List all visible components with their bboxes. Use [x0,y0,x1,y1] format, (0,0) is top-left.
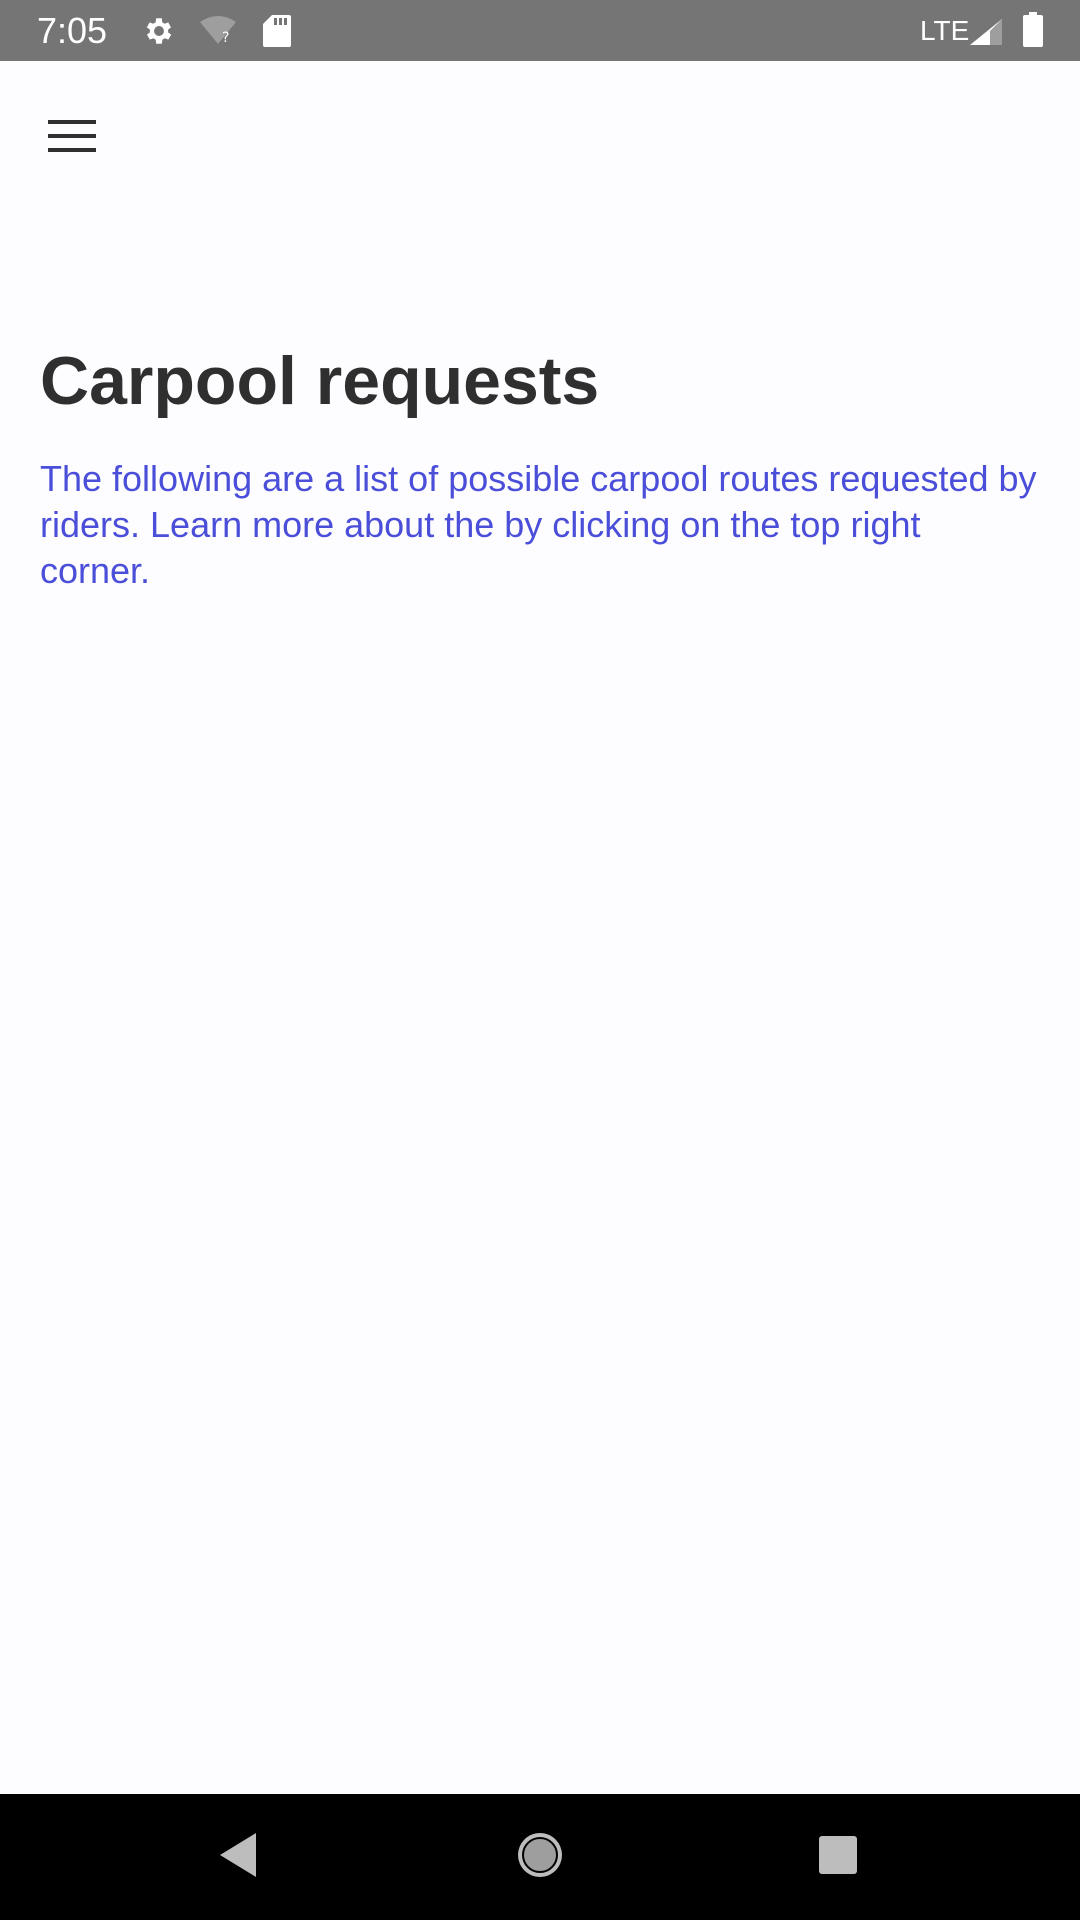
recents-icon [817,1834,859,1880]
battery-icon [1022,12,1044,48]
signal-icon [968,18,1004,50]
status-bar: 7:05 ? LTE [0,0,1080,61]
navigation-bar [0,1794,1080,1920]
page-description: The following are a list of possible car… [40,458,1037,591]
screen: 7:05 ? LTE Carpool requests The followin… [0,0,1080,1920]
back-button[interactable] [178,1794,298,1920]
wifi-icon: ? [198,14,238,46]
home-button[interactable] [480,1794,600,1920]
recents-button[interactable] [778,1794,898,1920]
sd-card-icon [262,14,292,47]
status-time: 7:05 [37,10,108,51]
page-title: Carpool requests [40,343,600,419]
network-type: LTE [920,15,970,46]
menu-button[interactable] [30,100,114,172]
gear-icon [142,14,176,46]
back-icon [216,1831,260,1883]
home-icon [515,1830,565,1884]
hamburger-menu-icon [46,116,98,156]
svg-text:?: ? [222,30,229,46]
